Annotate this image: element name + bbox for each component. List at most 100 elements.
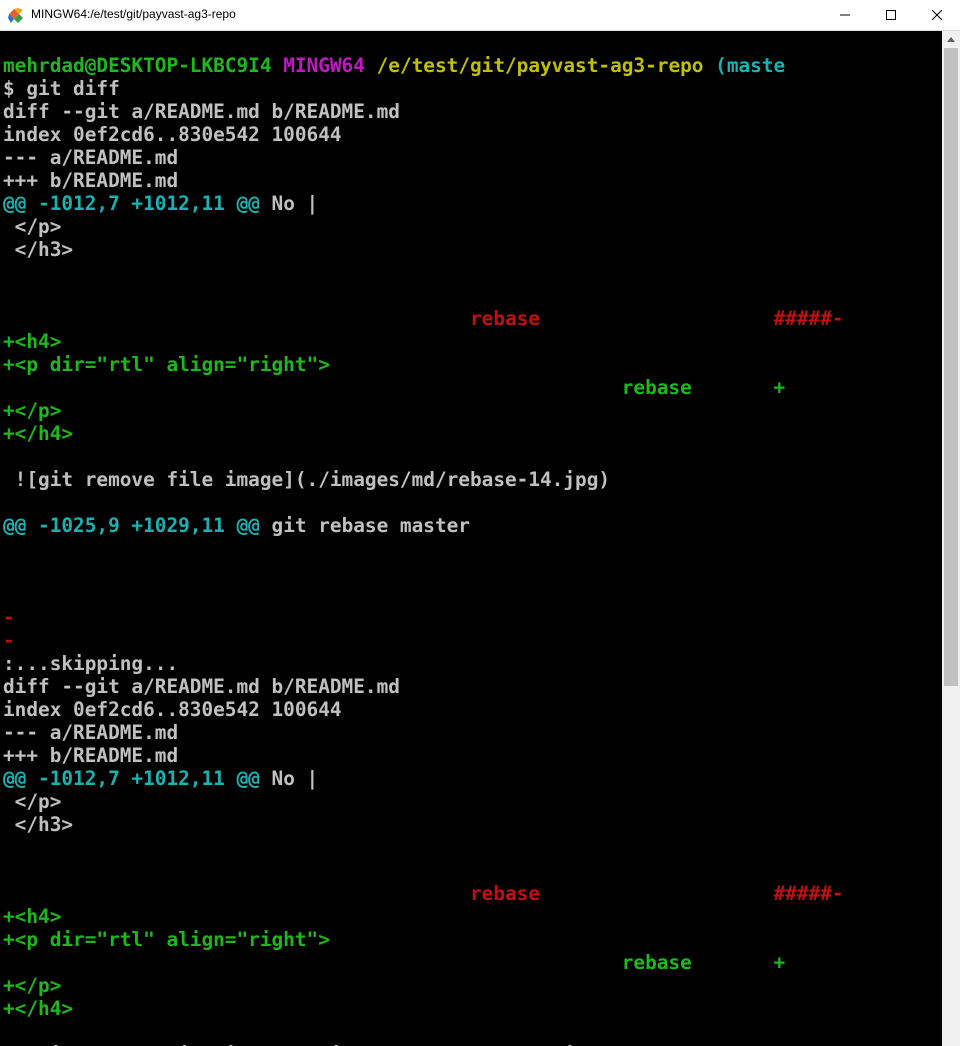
terminal-window: MINGW64:/e/test/git/payvast-ag3-repo meh… [0, 0, 960, 1046]
terminal-line: @@ -1025,9 +1029,11 @@ git rebase master [3, 514, 844, 537]
terminal-line: +++ b/README.md [3, 169, 844, 192]
terminal-line: $ git diff [3, 77, 844, 100]
terminal-text: MINGW64 [283, 54, 377, 77]
scroll-thumb[interactable] [944, 48, 958, 686]
terminal-text: index 0ef2cd6..830e542 100644 [3, 698, 342, 721]
terminal-text: #####- [540, 307, 844, 330]
minimize-icon [840, 14, 850, 16]
terminal-text: - [3, 606, 15, 629]
vertical-scrollbar[interactable] [942, 31, 960, 1046]
terminal-text: --- a/README.md [3, 721, 179, 744]
terminal-text: - [3, 629, 15, 652]
terminal-line: diff --git a/README.md b/README.md [3, 675, 844, 698]
mingw-terminal-icon [8, 8, 23, 23]
terminal-line: +<p dir="rtl" align="right"> [3, 928, 844, 951]
terminal-line: @@ -1012,7 +1012,11 @@ No | [3, 192, 844, 215]
terminal-line: index 0ef2cd6..830e542 100644 [3, 698, 844, 721]
terminal-text: + [691, 951, 786, 974]
maximize-icon [886, 10, 896, 20]
terminal-text: @@ -1025,9 +1029,11 @@ [3, 514, 260, 537]
terminal-text: +</p> [3, 399, 62, 422]
terminal-text: @@ -1012,7 +1012,11 @@ [3, 192, 260, 215]
terminal-line: --- a/README.md [3, 146, 844, 169]
terminal-text: @@ -1012,7 +1012,11 @@ [3, 767, 260, 790]
terminal-line: +</p> [3, 974, 844, 997]
terminal-text: +</p> [3, 974, 62, 997]
terminal-line: diff --git a/README.md b/README.md [3, 100, 844, 123]
minimize-button[interactable] [822, 0, 868, 30]
terminal-line: +</p> [3, 399, 844, 422]
terminal-text: +<p dir="rtl" align="right"> [3, 928, 330, 951]
terminal-line: </h3> [3, 238, 844, 261]
window-title: MINGW64:/e/test/git/payvast-ag3-repo [31, 7, 236, 21]
terminal-text: </p> [3, 215, 62, 238]
terminal-text: $ git diff [3, 77, 120, 100]
close-button[interactable] [914, 0, 960, 30]
terminal-line: +</h4> [3, 997, 844, 1020]
terminal-lines: mehrdad@DESKTOP-LKBC9I4 MINGW64 /e/test/… [3, 54, 844, 1046]
terminal-text: git rebase master [259, 514, 470, 537]
close-icon [932, 10, 942, 20]
title-bar[interactable]: MINGW64:/e/test/git/payvast-ag3-repo [0, 0, 960, 31]
terminal-text: diff --git a/README.md b/README.md [3, 675, 400, 698]
scroll-up-arrow-icon [947, 37, 955, 42]
terminal-text: + [691, 376, 786, 399]
terminal-line: </p> [3, 215, 844, 238]
terminal-text: (maste [715, 54, 786, 77]
terminal-line: mehrdad@DESKTOP-LKBC9I4 MINGW64 /e/test/… [3, 54, 844, 77]
terminal-line: +</h4> [3, 422, 844, 445]
terminal-text: rebase [3, 951, 692, 974]
terminal-text: rebase [3, 376, 692, 399]
terminal-text: index 0ef2cd6..830e542 100644 [3, 123, 342, 146]
terminal-line: rebase #####- [3, 307, 844, 330]
terminal-line: rebase #####- [3, 882, 844, 905]
terminal-text: #####- [540, 882, 844, 905]
terminal-line: --- a/README.md [3, 721, 844, 744]
terminal-text: +<h4> [3, 905, 62, 928]
terminal-text: diff --git a/README.md b/README.md [3, 100, 400, 123]
terminal-line: :...skipping... [3, 652, 844, 675]
terminal-line: rebase + [3, 951, 844, 974]
terminal-line: </h3> [3, 813, 844, 836]
terminal-line: +++ b/README.md [3, 744, 844, 767]
terminal-text: /e/test/git/payvast-ag3-repo [376, 54, 716, 77]
terminal-text: +</h4> [3, 997, 74, 1020]
terminal-text: </h3> [3, 238, 74, 261]
terminal-line: - [3, 629, 844, 652]
terminal-line: index 0ef2cd6..830e542 100644 [3, 123, 844, 146]
terminal-line: +<p dir="rtl" align="right"> [3, 353, 844, 376]
terminal-output[interactable]: mehrdad@DESKTOP-LKBC9I4 MINGW64 /e/test/… [0, 31, 942, 1046]
terminal-text: ![git remove file image](./images/md/reb… [3, 468, 611, 491]
terminal-text: +</h4> [3, 422, 74, 445]
terminal-line: rebase + [3, 376, 844, 399]
terminal-text: mehrdad@DESKTOP-LKBC9I4 [3, 54, 284, 77]
terminal-text: +++ b/README.md [3, 744, 179, 767]
terminal-line: +<h4> [3, 905, 844, 928]
terminal-line: ![git remove file image](./images/md/reb… [3, 468, 844, 491]
terminal-text: :...skipping... [3, 652, 179, 675]
terminal-line: @@ -1012,7 +1012,11 @@ No | [3, 767, 844, 790]
terminal-text: </p> [3, 790, 62, 813]
maximize-button[interactable] [868, 0, 914, 30]
terminal-text: +++ b/README.md [3, 169, 179, 192]
scroll-up-button[interactable] [942, 31, 960, 48]
terminal-text: rebase [3, 882, 541, 905]
terminal-text: +<p dir="rtl" align="right"> [3, 353, 330, 376]
terminal-line: </p> [3, 790, 844, 813]
terminal-text: </h3> [3, 813, 74, 836]
terminal-text: No | [259, 767, 319, 790]
terminal-text: rebase [3, 307, 541, 330]
terminal-line: - [3, 606, 844, 629]
terminal-text: +<h4> [3, 330, 62, 353]
terminal-text: No | [259, 192, 319, 215]
